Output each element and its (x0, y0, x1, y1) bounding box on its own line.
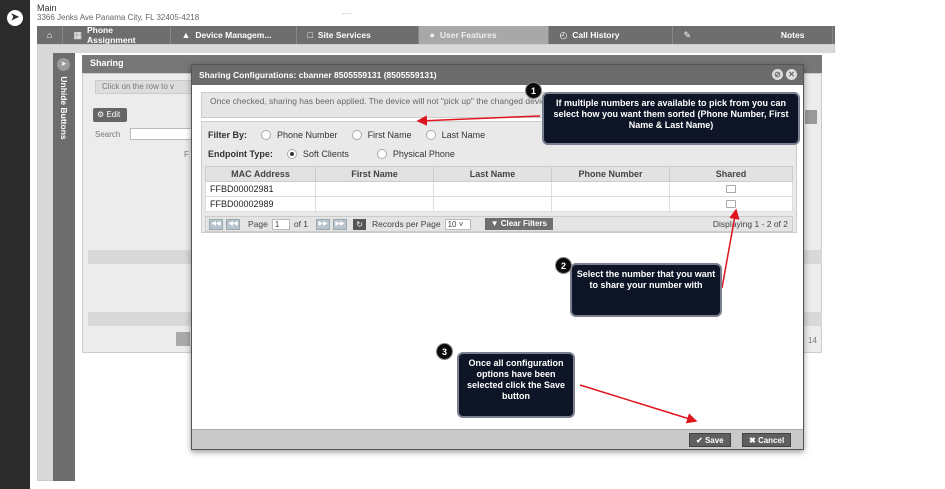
callout-number-3: 3 (436, 343, 453, 360)
arrow-2 (721, 208, 740, 289)
arrow-3 (579, 384, 698, 424)
callout-number-2: 2 (555, 257, 572, 274)
callout-3: Once all configuration options have been… (457, 352, 575, 418)
callout-number-1: 1 (525, 82, 542, 99)
arrow-1 (416, 115, 541, 126)
callout-2: Select the number that you want to share… (570, 263, 722, 317)
callout-1: If multiple numbers are available to pic… (542, 92, 800, 145)
